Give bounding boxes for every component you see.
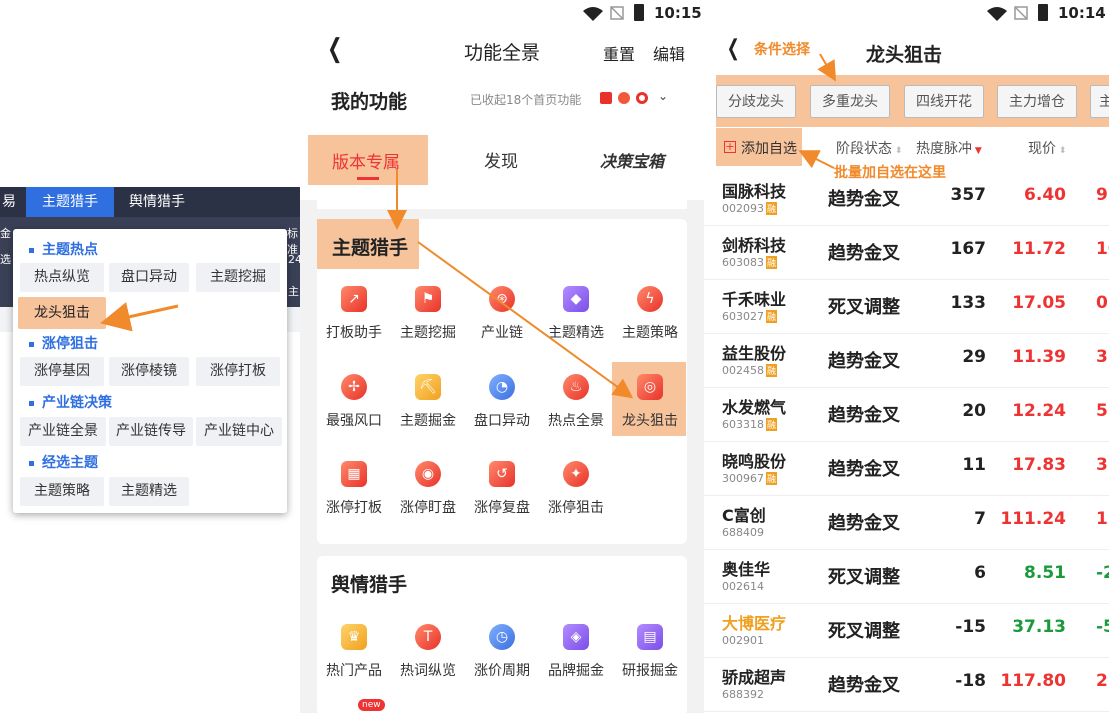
annotation-arrows <box>387 170 634 399</box>
annotation-arrows <box>798 53 837 169</box>
function-overview-screen: 10:15 ❮ 功能全景 重置 编辑 我的功能 已收起18个首页功能 ⌄ 版本专… <box>300 0 704 713</box>
screenshot-collage: 易 主题猎手 舆情猎手 金 选 标准 24 主 主题热点 热点纵览 盘口异动 主… <box>0 0 1109 713</box>
leader-snipe-screen: 10:14 ❮ 条件选择 龙头狙击 分歧龙头 多重龙头 四线开花 主力增仓 主 … <box>704 0 1109 713</box>
annotation-arrow <box>100 302 179 332</box>
